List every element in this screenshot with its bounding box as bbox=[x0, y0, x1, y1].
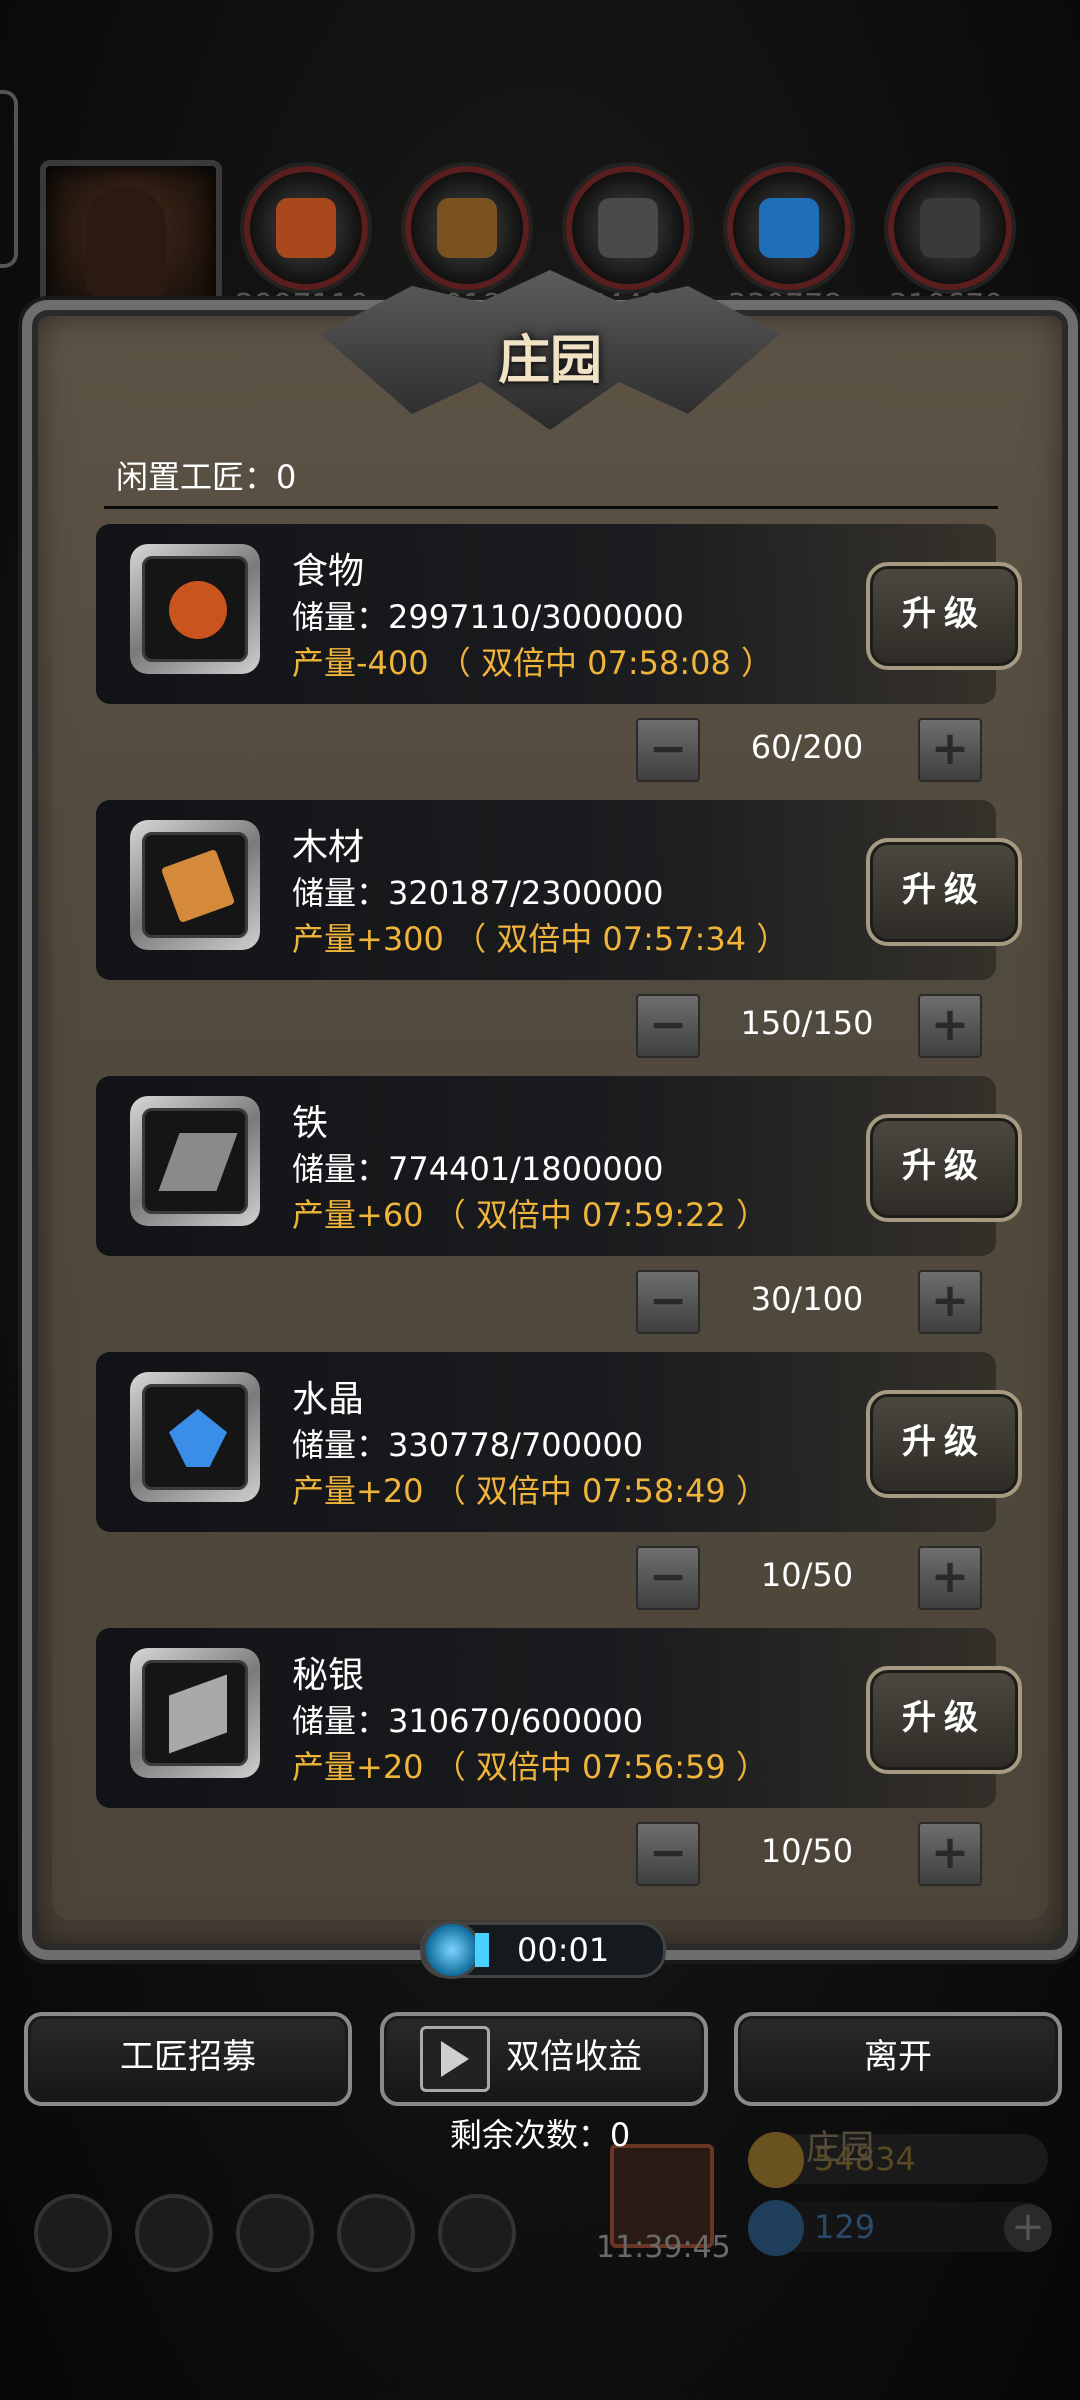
worker-count: 10/50 bbox=[760, 1556, 854, 1594]
add-gem-button[interactable]: + bbox=[1004, 2204, 1052, 2252]
avatar-figure bbox=[86, 186, 166, 296]
achievement-icon[interactable] bbox=[135, 2194, 213, 2272]
bottom-hud: 11:39:45 54834 庄园 129 + bbox=[0, 2128, 1080, 2400]
minus-button[interactable]: − bbox=[636, 1270, 700, 1334]
gem-value: 129 bbox=[814, 2208, 876, 2246]
crystal-icon bbox=[130, 1372, 260, 1502]
mail-icon[interactable] bbox=[337, 2194, 415, 2272]
timer-bar bbox=[475, 1933, 489, 1967]
worker-stepper-iron: − 30/100 + bbox=[636, 1270, 982, 1334]
game-clock: 11:39:45 bbox=[596, 2230, 731, 2265]
resource-stock: 储量：310670/600000 bbox=[292, 1702, 644, 1740]
resource-row-food: 食物 储量：2997110/3000000 产量-400 （ 双倍中 07:58… bbox=[96, 524, 1022, 704]
resource-name: 木材 bbox=[292, 827, 365, 868]
remaining-count: 剩余次数：0 bbox=[449, 2116, 631, 2154]
resource-stock: 储量：330778/700000 bbox=[292, 1426, 644, 1464]
double-income-label: 双倍收益 bbox=[506, 2037, 642, 2077]
wood-coin-icon bbox=[405, 166, 529, 290]
play-icon bbox=[420, 2026, 490, 2092]
plus-button[interactable]: + bbox=[918, 994, 982, 1058]
worker-stepper-crystal: − 10/50 + bbox=[636, 1546, 982, 1610]
double-income-button[interactable]: 双倍收益 bbox=[380, 2012, 708, 2106]
upgrade-button[interactable]: 升级 bbox=[866, 562, 1022, 670]
resource-stock: 储量：774401/1800000 bbox=[292, 1150, 664, 1188]
resource-production: 产量-400 （ 双倍中 07:58:08 ） bbox=[292, 644, 774, 682]
divider bbox=[104, 506, 998, 509]
minus-button[interactable]: − bbox=[636, 718, 700, 782]
resource-row-iron: 铁 储量：774401/1800000 产量+60 （ 双倍中 07:59:22… bbox=[96, 1076, 1022, 1256]
upgrade-button[interactable]: 升级 bbox=[866, 1666, 1022, 1774]
plus-button[interactable]: + bbox=[918, 1822, 982, 1886]
resource-production: 产量+20 （ 双倍中 07:58:49 ） bbox=[292, 1472, 768, 1510]
resource-production: 产量+300 （ 双倍中 07:57:34 ） bbox=[292, 920, 789, 958]
wood-icon bbox=[130, 820, 260, 950]
upgrade-button[interactable]: 升级 bbox=[866, 1390, 1022, 1498]
plus-button[interactable]: + bbox=[918, 718, 982, 782]
worker-count: 10/50 bbox=[760, 1832, 854, 1870]
gem-icon bbox=[748, 2200, 804, 2256]
worker-count: 60/200 bbox=[750, 728, 864, 766]
plus-button[interactable]: + bbox=[918, 1546, 982, 1610]
worker-stepper-food: − 60/200 + bbox=[636, 718, 982, 782]
worker-count: 30/100 bbox=[750, 1280, 864, 1318]
leave-button[interactable]: 离开 bbox=[734, 2012, 1062, 2106]
worker-stepper-mithril: − 10/50 + bbox=[636, 1822, 982, 1886]
worker-stepper-wood: − 150/150 + bbox=[636, 994, 982, 1058]
resource-name: 水晶 bbox=[292, 1379, 365, 1420]
resource-name: 铁 bbox=[292, 1103, 329, 1144]
upgrade-button[interactable]: 升级 bbox=[866, 1114, 1022, 1222]
mithril-icon bbox=[130, 1648, 260, 1778]
resource-name: 秘银 bbox=[292, 1655, 365, 1696]
timer-icon bbox=[423, 1921, 481, 1979]
crystal-coin-icon bbox=[727, 166, 851, 290]
worker-count: 150/150 bbox=[740, 1004, 874, 1042]
settings-icon[interactable] bbox=[34, 2194, 112, 2272]
idle-workers-label: 闲置工匠：0 bbox=[116, 458, 297, 496]
iron-coin-icon bbox=[566, 166, 690, 290]
resource-stock: 储量：2997110/3000000 bbox=[292, 598, 684, 636]
resource-production: 产量+20 （ 双倍中 07:56:59 ） bbox=[292, 1748, 768, 1786]
forge-icon[interactable] bbox=[438, 2194, 516, 2272]
upgrade-button[interactable]: 升级 bbox=[866, 838, 1022, 946]
plus-button[interactable]: + bbox=[918, 1270, 982, 1334]
minus-button[interactable]: − bbox=[636, 994, 700, 1058]
timer-value: 00:01 bbox=[517, 1931, 610, 1969]
manor-panel: 庄园 闲置工匠：0 食物 储量：2997110/3000000 产量-400 （… bbox=[22, 270, 1078, 1960]
resource-row-wood: 木材 储量：320187/2300000 产量+300 （ 双倍中 07:57:… bbox=[96, 800, 1022, 980]
resource-production: 产量+60 （ 双倍中 07:59:22 ） bbox=[292, 1196, 768, 1234]
resource-row-crystal: 水晶 储量：330778/700000 产量+20 （ 双倍中 07:58:49… bbox=[96, 1352, 1022, 1532]
minus-button[interactable]: − bbox=[636, 1546, 700, 1610]
food-coin-icon bbox=[244, 166, 368, 290]
resource-name: 食物 bbox=[292, 551, 365, 592]
iron-icon bbox=[130, 1096, 260, 1226]
gem-counter: 129 bbox=[748, 2200, 1048, 2256]
recruit-button[interactable]: 工匠招募 bbox=[24, 2012, 352, 2106]
resource-stock: 储量：320187/2300000 bbox=[292, 874, 664, 912]
resource-row-mithril: 秘银 储量：310670/600000 产量+20 （ 双倍中 07:56:59… bbox=[96, 1628, 1022, 1808]
map-icon[interactable] bbox=[236, 2194, 314, 2272]
panel-title: 庄园 bbox=[497, 330, 603, 391]
meat-icon bbox=[130, 544, 260, 674]
minus-button[interactable]: − bbox=[636, 1822, 700, 1886]
mithril-coin-icon bbox=[888, 166, 1012, 290]
double-timer: 00:01 bbox=[420, 1921, 666, 1979]
